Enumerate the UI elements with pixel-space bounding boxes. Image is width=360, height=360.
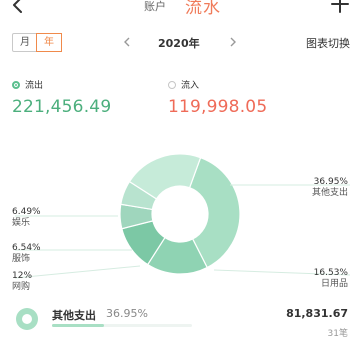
back-arrow-icon[interactable]	[8, 0, 30, 16]
label-other-expense: 36.95% 其他支出	[311, 177, 348, 198]
summary: 流出 221,456.49 流入 119,998.05	[0, 74, 360, 118]
tab-account[interactable]: 账户	[144, 0, 166, 14]
label-entertainment: 6.49% 娱乐	[12, 207, 41, 228]
inflow-radio[interactable]	[168, 80, 176, 89]
category-count: 31笔	[327, 329, 348, 339]
leader-line-3	[14, 265, 141, 279]
year-button[interactable]: 年	[36, 33, 62, 52]
month-button[interactable]: 月	[13, 34, 37, 51]
period-toggle: 月 年	[12, 33, 62, 52]
add-icon[interactable]	[330, 0, 350, 14]
inflow-block[interactable]: 流入 119,998.05	[168, 74, 267, 117]
category-progress-fill	[52, 324, 104, 327]
list-item[interactable]: 其他支出 36.95% 81,831.67 31笔	[0, 300, 360, 360]
label-clothing: 6.54% 服饰	[12, 243, 41, 264]
chart-switch-button[interactable]: 图表切换	[306, 35, 350, 51]
category-progress-bar	[52, 324, 192, 327]
screen: 账户 流水 月 年 2020年 图表切换 流出 221,456.49 流入 11…	[0, 0, 360, 360]
donut-chart-svg	[14, 153, 351, 279]
outflow-block[interactable]: 流出 221,456.49	[12, 74, 111, 117]
inflow-amount: 119,998.05	[168, 97, 268, 117]
inflow-label: 流入	[181, 81, 200, 91]
top-nav: 账户 流水	[0, 0, 360, 18]
label-online-shopping: 12% 网购	[12, 271, 33, 292]
category-name: 其他支出	[52, 309, 96, 322]
nav-tabs: 账户 流水	[120, 0, 260, 18]
outflow-label: 流出	[25, 81, 44, 91]
outflow-radio[interactable]	[12, 80, 20, 89]
chevron-left-icon[interactable]	[120, 34, 134, 50]
category-amount: 81,831.67	[286, 307, 348, 320]
tab-flow[interactable]: 流水	[185, 0, 221, 18]
category-percent: 36.95%	[106, 307, 148, 320]
outflow-amount: 221,456.49	[12, 97, 112, 117]
donut-chart: 6.49% 娱乐 6.54% 服饰 12% 网购 36.95% 其他支出 16.…	[0, 150, 360, 300]
current-year: 2020年	[158, 37, 200, 50]
period-row: 月 年 2020年 图表切换	[0, 32, 360, 52]
category-circle-icon	[14, 306, 40, 332]
label-daily-goods: 16.53% 日用品	[313, 268, 348, 289]
chevron-right-icon[interactable]	[226, 34, 240, 50]
